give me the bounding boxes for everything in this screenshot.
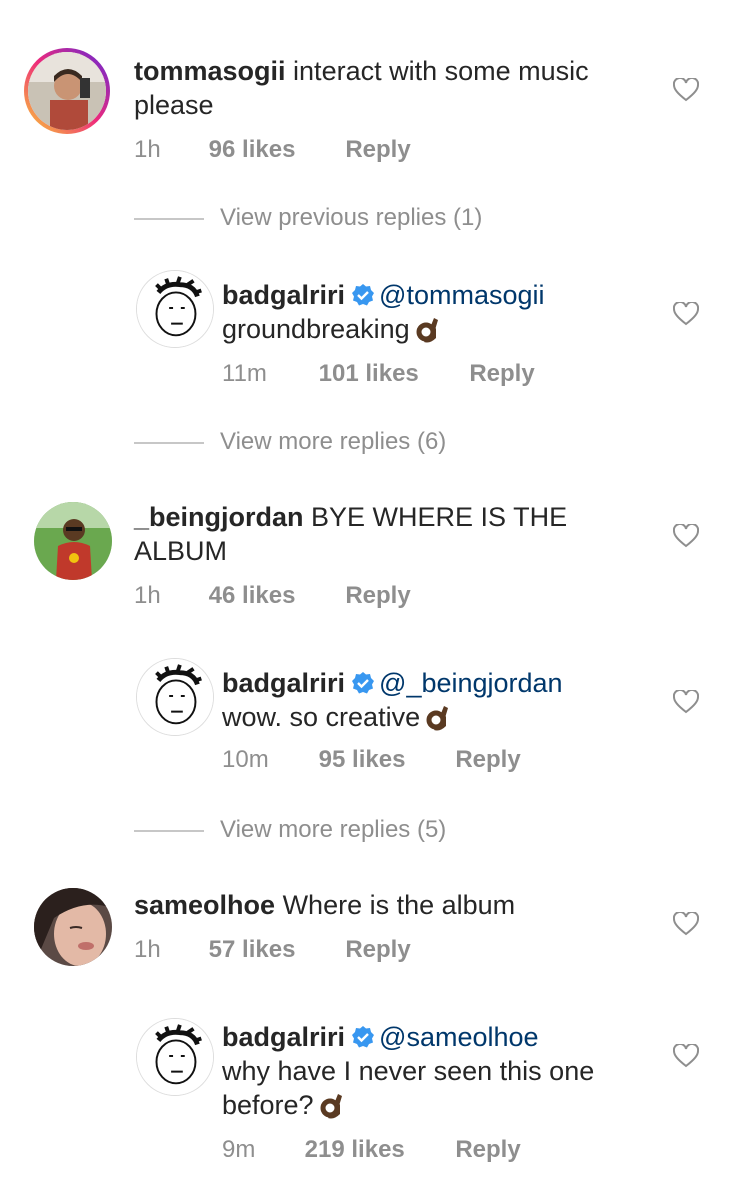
- comment-likes[interactable]: 96 likes: [209, 136, 339, 164]
- heart-outline-icon[interactable]: [672, 76, 700, 102]
- comment-time: 1h: [134, 936, 161, 963]
- profile-photo: [28, 52, 106, 130]
- comment-username[interactable]: sameolhoe: [134, 890, 275, 920]
- comment-body: tommasogii interact with some music plea…: [134, 54, 654, 122]
- meme-face-icon: [137, 659, 213, 735]
- comment-time: 1h: [134, 582, 161, 609]
- reply-button[interactable]: Reply: [345, 136, 410, 164]
- reply-username[interactable]: badgalriri: [222, 1022, 345, 1052]
- comment-text: Where is the album: [282, 890, 516, 920]
- avatar-beingjordan[interactable]: [34, 502, 112, 580]
- profile-photo: [34, 502, 112, 580]
- view-more-replies-label[interactable]: View more replies (6): [220, 428, 446, 455]
- avatar-sameolhoe[interactable]: [34, 888, 112, 966]
- view-more-replies-label[interactable]: View more replies (5): [220, 816, 446, 843]
- heart-outline-icon[interactable]: [672, 300, 700, 326]
- reply-username[interactable]: badgalriri: [222, 280, 345, 310]
- reply-likes[interactable]: 95 likes: [319, 746, 449, 774]
- reply-mention[interactable]: @_beingjordan: [379, 668, 563, 698]
- profile-photo: [34, 888, 112, 966]
- view-previous-replies-label[interactable]: View previous replies (1): [220, 204, 482, 231]
- comment-username[interactable]: _beingjordan: [134, 502, 304, 532]
- reply-username[interactable]: badgalriri: [222, 668, 345, 698]
- reply-text: wow. so creative: [222, 702, 421, 732]
- reply-text: why have I never seen this one before?: [222, 1056, 595, 1120]
- reply-button[interactable]: Reply: [345, 936, 410, 964]
- reply-likes[interactable]: 219 likes: [305, 1136, 449, 1164]
- reply-button[interactable]: Reply: [455, 1136, 520, 1164]
- heart-outline-icon[interactable]: [672, 1042, 700, 1068]
- reply-meta: 11m 101 likes Reply: [222, 360, 535, 388]
- heart-outline-icon[interactable]: [672, 522, 700, 548]
- comment-body: sameolhoe Where is the album: [134, 888, 654, 922]
- view-more-replies[interactable]: View more replies (5): [134, 816, 446, 844]
- heart-outline-icon[interactable]: [672, 910, 700, 936]
- comment-meta: 1h 96 likes Reply: [134, 136, 411, 164]
- view-more-replies[interactable]: View more replies (6): [134, 428, 446, 456]
- comment-likes[interactable]: 57 likes: [209, 936, 339, 964]
- comment-likes[interactable]: 46 likes: [209, 582, 339, 610]
- reply-time: 10m: [222, 746, 269, 773]
- reply-meta: 9m 219 likes Reply: [222, 1136, 521, 1164]
- divider-line: [134, 441, 204, 444]
- ok-hand-emoji: [320, 1090, 346, 1120]
- reply-mention[interactable]: @tommasogii: [379, 280, 544, 310]
- meme-face-icon: [137, 1019, 213, 1095]
- ok-hand-emoji: [416, 314, 442, 344]
- reply-time: 9m: [222, 1136, 256, 1163]
- verified-badge-icon: [351, 281, 375, 306]
- comment-time: 1h: [134, 136, 161, 163]
- reply-time: 11m: [222, 360, 267, 387]
- avatar-tommasogii[interactable]: [24, 48, 110, 134]
- reply-meta: 10m 95 likes Reply: [222, 746, 521, 774]
- reply-button[interactable]: Reply: [345, 582, 410, 610]
- divider-line: [134, 217, 204, 220]
- comment-username[interactable]: tommasogii: [134, 56, 286, 86]
- reply-body: badgalriri @_beingjordan wow. so creative: [222, 666, 662, 734]
- verified-badge-icon: [351, 1023, 375, 1048]
- avatar-badgalriri[interactable]: [136, 270, 214, 348]
- verified-badge-icon: [351, 669, 375, 694]
- reply-button[interactable]: Reply: [455, 746, 520, 774]
- heart-outline-icon[interactable]: [672, 688, 700, 714]
- avatar-badgalriri[interactable]: [136, 1018, 214, 1096]
- avatar-badgalriri[interactable]: [136, 658, 214, 736]
- reply-body: badgalriri @sameolhoe why have I never se…: [222, 1020, 642, 1122]
- comment-meta: 1h 57 likes Reply: [134, 936, 411, 964]
- reply-body: badgalriri @tommasogii groundbreaking: [222, 278, 662, 346]
- view-previous-replies[interactable]: View previous replies (1): [134, 204, 482, 232]
- comment-body: _beingjordan BYE WHERE IS THE ALBUM: [134, 500, 654, 568]
- ok-hand-emoji: [426, 702, 452, 732]
- reply-mention[interactable]: @sameolhoe: [379, 1022, 539, 1052]
- reply-button[interactable]: Reply: [469, 360, 534, 388]
- reply-likes[interactable]: 101 likes: [319, 360, 463, 388]
- divider-line: [134, 829, 204, 832]
- meme-face-icon: [137, 271, 213, 347]
- reply-text: groundbreaking: [222, 314, 410, 344]
- comment-meta: 1h 46 likes Reply: [134, 582, 411, 610]
